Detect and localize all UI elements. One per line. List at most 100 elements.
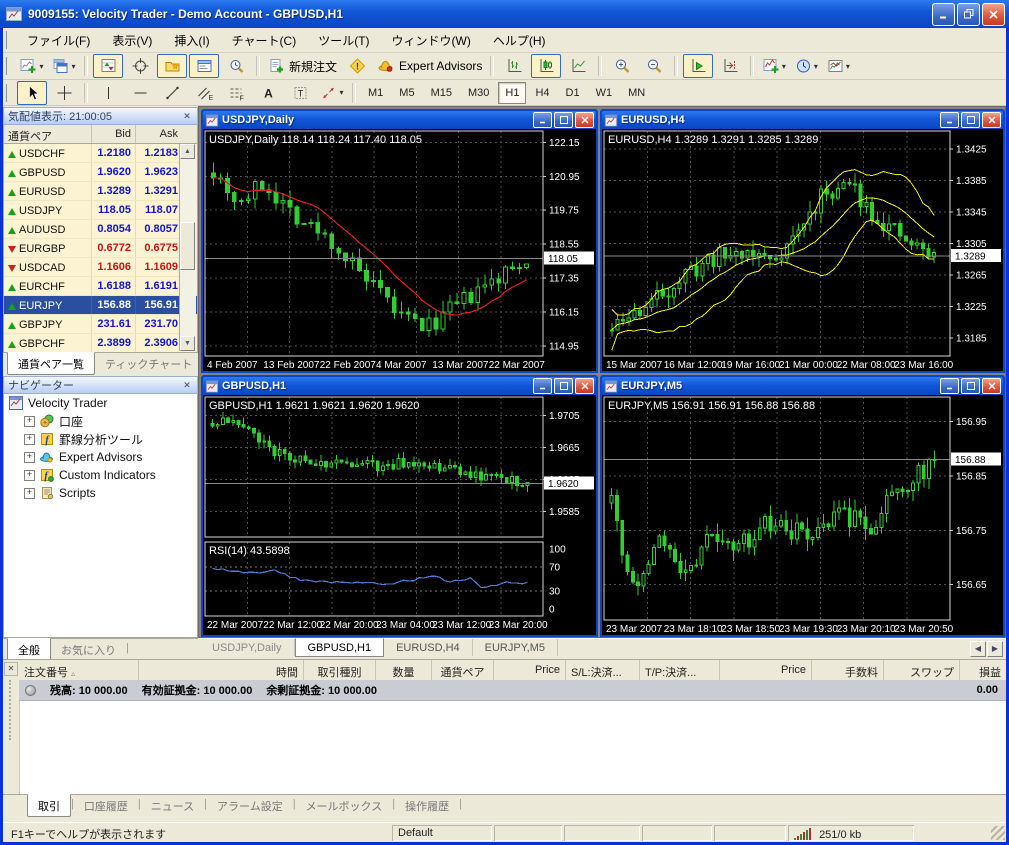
vertical-line-tool-button[interactable] xyxy=(93,81,123,105)
chart-title-bar[interactable]: EURUSD,H4 xyxy=(602,111,1003,129)
profiles-button[interactable]: ▾ xyxy=(49,54,79,78)
chart-title-bar[interactable]: USDJPY,Daily xyxy=(203,111,596,129)
chart-window-gbpusd[interactable]: GBPUSD,H11.97051.96651.96251.95851.96201… xyxy=(201,375,598,637)
chart-close-button[interactable] xyxy=(982,378,1001,394)
menu-item-0[interactable]: ファイル(F) xyxy=(16,29,101,52)
terminal-column-1[interactable]: 時間 xyxy=(139,660,304,680)
timeframe-D1-button[interactable]: D1 xyxy=(559,82,587,104)
terminal-toggle-button[interactable] xyxy=(189,54,219,78)
restore-button[interactable] xyxy=(957,3,980,26)
indicators-list-button[interactable]: ▾ xyxy=(759,54,789,78)
minimize-button[interactable] xyxy=(932,3,955,26)
column-symbol[interactable]: 通貨ペア xyxy=(4,125,92,143)
column-bid[interactable]: Bid xyxy=(92,125,136,143)
chart-shift-button[interactable] xyxy=(715,54,745,78)
quote-row-USDJPY[interactable]: USDJPY118.05118.07 xyxy=(4,201,197,220)
cursor-tool-button[interactable] xyxy=(17,81,47,105)
terminal-tab-4[interactable]: メールボックス xyxy=(296,795,393,816)
terminal-tab-5[interactable]: 操作履歴 xyxy=(395,795,459,816)
chart-minimize-button[interactable] xyxy=(940,378,959,394)
terminal-column-3[interactable]: 数量 xyxy=(376,660,432,680)
chart-minimize-button[interactable] xyxy=(940,112,959,128)
expert-advisors-button[interactable]: Expert Advisors xyxy=(374,54,485,78)
horizontal-line-tool-button[interactable] xyxy=(125,81,155,105)
scroll-up-button[interactable]: ▲ xyxy=(180,144,195,159)
quote-row-EURCHF[interactable]: EURCHF1.61881.6191 xyxy=(4,277,197,296)
auto-scroll-button[interactable] xyxy=(683,54,713,78)
candle-mode-button[interactable] xyxy=(531,54,561,78)
chart-canvas-gbpusd[interactable]: 1.97051.96651.96251.95851.962010070300RS… xyxy=(203,395,596,635)
column-ask[interactable]: Ask xyxy=(136,125,182,143)
chart-close-button[interactable] xyxy=(575,378,594,394)
menu-item-5[interactable]: ウィンドウ(W) xyxy=(381,29,482,52)
tabs-scroll-left-button[interactable]: ◀ xyxy=(970,641,986,657)
terminal-column-11[interactable]: 損益 xyxy=(960,660,1006,680)
market-watch-toggle-button[interactable] xyxy=(93,54,123,78)
chart-title-bar[interactable]: GBPUSD,H1 xyxy=(203,377,596,395)
strategy-tester-button[interactable] xyxy=(221,54,251,78)
terminal-close-button[interactable]: ✕ xyxy=(4,662,18,676)
menu-item-3[interactable]: チャート(C) xyxy=(221,29,308,52)
market-watch-tab-0[interactable]: 通貨ペア一覧 xyxy=(7,352,95,375)
terminal-column-6[interactable]: S/L:決済... xyxy=(566,660,640,680)
data-window-button[interactable] xyxy=(125,54,155,78)
chart-canvas-usdjpy[interactable]: 122.15120.95119.75118.55117.35116.15114.… xyxy=(203,129,596,371)
quote-row-USDCHF[interactable]: USDCHF1.21801.2183 xyxy=(4,144,197,163)
chart-window-eurusd[interactable]: EURUSD,H41.34251.33851.33451.33051.32651… xyxy=(600,109,1005,373)
market-watch-scrollbar[interactable]: ▲▼ xyxy=(179,144,196,351)
shapes-tool-button[interactable]: ▾ xyxy=(317,81,347,105)
text-label-tool-button[interactable]: T xyxy=(285,81,315,105)
market-watch-tab-1[interactable]: ティックチャート xyxy=(95,353,202,374)
text-tool-button[interactable]: A xyxy=(253,81,283,105)
tree-item-0[interactable]: +口座 xyxy=(4,412,197,430)
new-order-button[interactable]: 新規注文 xyxy=(265,54,340,78)
quote-row-EURGBP[interactable]: EURGBP0.67720.6775 xyxy=(4,239,197,258)
menu-item-6[interactable]: ヘルプ(H) xyxy=(482,29,557,52)
quote-row-GBPJPY[interactable]: GBPJPY231.61231.70 xyxy=(4,315,197,334)
expand-icon[interactable]: + xyxy=(24,470,35,481)
chart-canvas-eurusd[interactable]: 1.34251.33851.33451.33051.32651.32251.31… xyxy=(602,129,1003,371)
chart-maximize-button[interactable] xyxy=(554,378,573,394)
chart-title-bar[interactable]: EURJPY,M5 xyxy=(602,377,1003,395)
metaeditor-button[interactable]: ! xyxy=(342,54,372,78)
tree-item-4[interactable]: +Scripts xyxy=(4,484,197,502)
chart-tab-2[interactable]: EURUSD,H4 xyxy=(384,639,473,656)
line-mode-button[interactable] xyxy=(563,54,593,78)
navigator-tab-0[interactable]: 全般 xyxy=(7,638,51,661)
menu-item-4[interactable]: ツール(T) xyxy=(307,29,380,52)
expand-icon[interactable]: + xyxy=(24,416,35,427)
chart-window-usdjpy[interactable]: USDJPY,Daily122.15120.95119.75118.55117.… xyxy=(201,109,598,373)
terminal-tab-2[interactable]: ニュース xyxy=(141,795,204,816)
terminal-column-8[interactable]: Price xyxy=(720,660,812,680)
expand-icon[interactable]: + xyxy=(24,452,35,463)
status-profile[interactable]: Default xyxy=(392,825,492,841)
navigator-tab-1[interactable]: お気に入り xyxy=(51,639,126,660)
new-chart-button[interactable]: ▾ xyxy=(17,54,47,78)
chart-tab-1[interactable]: GBPUSD,H1 xyxy=(295,638,385,657)
quote-row-EURUSD[interactable]: EURUSD1.32891.3291 xyxy=(4,182,197,201)
chart-window-eurjpy[interactable]: EURJPY,M5156.95156.85156.75156.65156.88E… xyxy=(600,375,1005,637)
terminal-column-9[interactable]: 手数料 xyxy=(812,660,884,680)
expand-icon[interactable]: + xyxy=(24,434,35,445)
timeframe-M30-button[interactable]: M30 xyxy=(461,82,496,104)
terminal-column-2[interactable]: 取引種別 xyxy=(304,660,376,680)
crosshair-tool-button[interactable] xyxy=(49,81,79,105)
timeframe-W1-button[interactable]: W1 xyxy=(589,82,620,104)
chart-maximize-button[interactable] xyxy=(554,112,573,128)
terminal-column-0[interactable]: 注文番号 ▵ xyxy=(19,660,139,680)
tree-item-1[interactable]: +f罫線分析ツール xyxy=(4,430,197,448)
timeframe-H1-button[interactable]: H1 xyxy=(498,82,526,104)
chart-tab-0[interactable]: USDJPY,Daily xyxy=(200,639,295,656)
channel-tool-button[interactable]: E xyxy=(189,81,219,105)
chart-minimize-button[interactable] xyxy=(533,378,552,394)
chart-maximize-button[interactable] xyxy=(961,112,980,128)
chart-canvas-eurjpy[interactable]: 156.95156.85156.75156.65156.88EURJPY,M5 … xyxy=(602,395,1003,635)
chart-minimize-button[interactable] xyxy=(533,112,552,128)
zoom-out-button[interactable] xyxy=(639,54,669,78)
chart-close-button[interactable] xyxy=(575,112,594,128)
expand-icon[interactable]: + xyxy=(24,488,35,499)
chart-tab-3[interactable]: EURJPY,M5 xyxy=(473,639,558,656)
terminal-tab-0[interactable]: 取引 xyxy=(27,794,71,817)
fibonacci-tool-button[interactable]: F xyxy=(221,81,251,105)
terminal-column-10[interactable]: スワップ xyxy=(884,660,960,680)
